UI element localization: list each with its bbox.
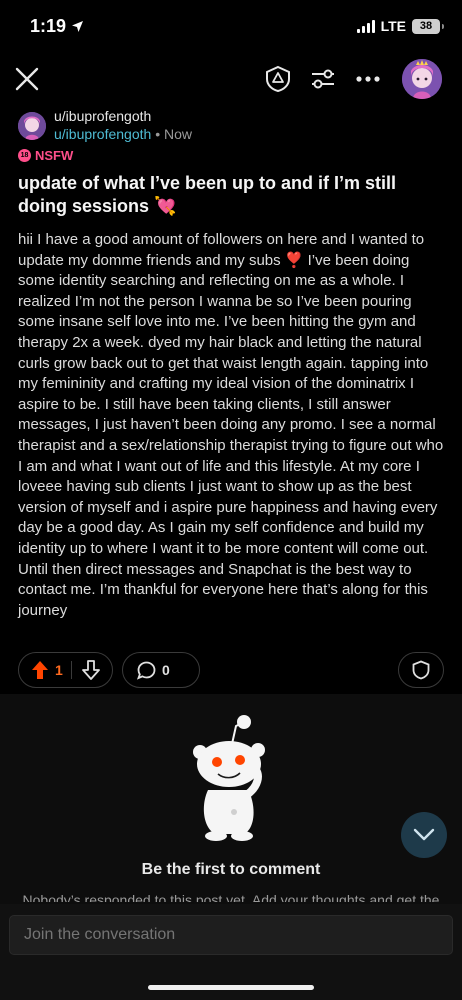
subreddit-link[interactable]: u/ibuprofengoth: [54, 126, 151, 142]
filter-icon: [312, 69, 334, 89]
status-time: 1:19: [30, 16, 84, 37]
network-label: LTE: [380, 18, 406, 34]
snoo-mascot-icon: [193, 715, 265, 841]
author-name[interactable]: u/ibuprofengoth: [54, 108, 151, 124]
close-icon: [15, 67, 39, 91]
post-meta: u/ibuprofengoth • Now: [54, 126, 192, 142]
post-time: Now: [164, 126, 193, 142]
downvote-icon: [81, 660, 100, 680]
empty-comments-title: Be the first to comment: [141, 861, 321, 878]
signal-icon: [356, 19, 375, 33]
author-avatar[interactable]: [18, 112, 46, 140]
user-avatar[interactable]: [402, 59, 442, 99]
comment-icon-wrap: [137, 661, 156, 680]
nsfw-18-icon: 18: [18, 149, 31, 162]
filter-button[interactable]: [307, 63, 339, 95]
post-body: hii I have a good amount of followers on…: [18, 231, 444, 619]
vote-count: 1: [55, 662, 63, 678]
home-indicator[interactable]: [148, 985, 314, 990]
top-nav: [0, 54, 462, 104]
mod-tools-button[interactable]: [262, 63, 294, 95]
battery-icon: 38: [412, 18, 444, 34]
scroll-down-button[interactable]: [401, 812, 447, 858]
avatar-icon: [402, 59, 442, 99]
close-button[interactable]: [11, 63, 43, 95]
mod-shield-icon: [266, 65, 290, 93]
nsfw-label: NSFW: [35, 148, 74, 163]
share-button[interactable]: [398, 652, 444, 688]
post-title: update of what I’ve been up to and if I’…: [18, 173, 397, 216]
vote-divider: [70, 661, 72, 679]
downvote-button[interactable]: [81, 660, 100, 680]
vote-group: 1: [18, 652, 113, 688]
location-arrow-icon: [72, 21, 84, 32]
more-icon: [356, 76, 380, 82]
nsfw-tag: 18 NSFW: [18, 148, 73, 163]
more-options-button[interactable]: [352, 63, 384, 95]
comment-count: 0: [162, 662, 170, 678]
battery-level: 38: [419, 20, 433, 32]
chevron-down-icon: [413, 828, 435, 841]
upvote-icon: [32, 661, 48, 679]
meta-separator: •: [155, 126, 161, 142]
comment-icon: [137, 661, 156, 680]
status-bar: 1:19 LTE 38: [0, 0, 462, 54]
post-header: u/ibuprofengoth u/ibuprofengoth • Now: [18, 108, 444, 148]
post-actions: 1 0: [18, 652, 444, 688]
share-icon: [412, 660, 430, 680]
time-text: 1:19: [30, 16, 67, 36]
join-conversation-input[interactable]: [9, 915, 453, 955]
avatar-icon: [18, 112, 46, 140]
status-indicators: LTE 38: [356, 18, 444, 34]
comments-button[interactable]: 0: [122, 652, 200, 688]
empty-comments-subtitle: Nobody’s responded to this post yet. Add…: [22, 892, 440, 902]
upvote-button[interactable]: [31, 660, 49, 680]
